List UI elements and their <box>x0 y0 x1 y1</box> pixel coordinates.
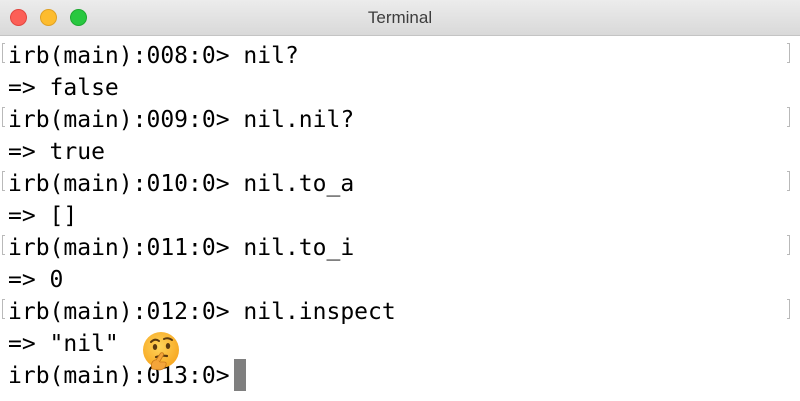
irb-result-line: => false <box>8 75 119 101</box>
mark-bracket-icon <box>787 171 790 191</box>
irb-result-line: => 0 <box>8 267 64 293</box>
irb-prompt-line: irb(main):012:0> nil.inspect <box>8 299 396 325</box>
title-bar[interactable]: Terminal <box>0 0 800 36</box>
mark-bracket-icon <box>787 235 790 255</box>
irb-result-line: => [] <box>8 203 78 229</box>
window-title: Terminal <box>367 8 433 27</box>
irb-prompt-line: irb(main):011:0> nil.to_i <box>8 235 355 261</box>
irb-result-line: => "nil" <box>8 331 119 357</box>
thinking-face-emoji <box>143 332 179 371</box>
mark-bracket-icon <box>787 43 790 63</box>
mark-bracket-icon <box>2 235 5 255</box>
irb-prompt-line: irb(main):008:0> nil? <box>8 43 299 69</box>
mark-bracket-icon <box>787 299 790 319</box>
mark-bracket-icon <box>787 107 790 127</box>
mark-bracket-icon <box>2 43 5 63</box>
irb-current-prompt: irb(main):013:0> <box>8 363 244 389</box>
mark-bracket-icon <box>2 299 5 319</box>
irb-prompt-line: irb(main):009:0> nil.nil? <box>8 107 355 133</box>
mark-bracket-icon <box>2 107 5 127</box>
terminal-window: Terminal irb(main):008:0> nil? => false … <box>0 0 800 401</box>
mark-bracket-icon <box>2 171 5 191</box>
terminal-output[interactable]: irb(main):008:0> nil? => false irb(main)… <box>0 36 800 401</box>
irb-prompt-line: irb(main):010:0> nil.to_a <box>8 171 355 197</box>
irb-result-line: => true <box>8 139 105 165</box>
block-cursor <box>234 359 246 391</box>
